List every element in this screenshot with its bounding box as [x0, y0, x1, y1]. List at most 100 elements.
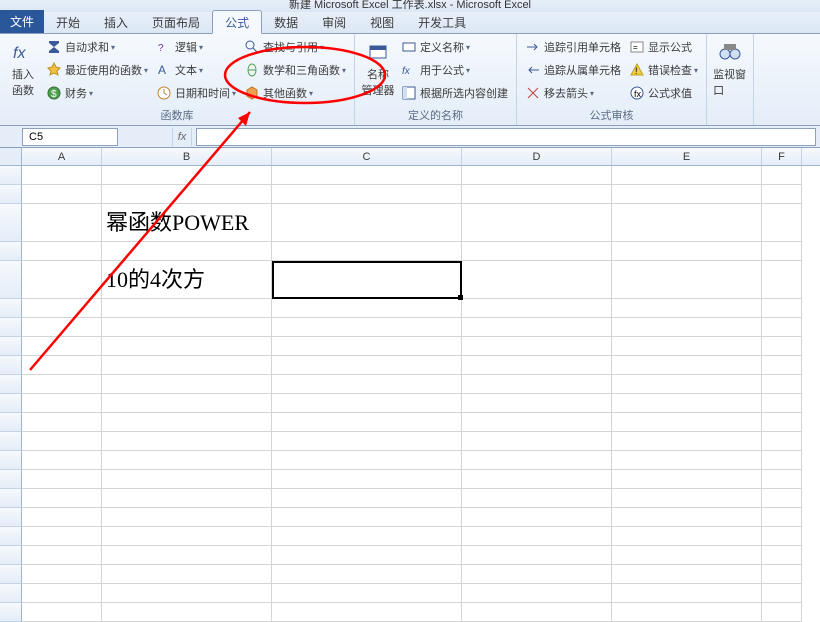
cell-C7[interactable] [272, 318, 462, 337]
cell-C12[interactable] [272, 413, 462, 432]
cell-B14[interactable] [102, 451, 272, 470]
cell-F3[interactable] [762, 204, 802, 242]
define-name-button[interactable]: 定义名称▾ [399, 36, 510, 58]
tab-file[interactable]: 文件 [0, 10, 44, 33]
cell-D7[interactable] [462, 318, 612, 337]
col-header-A[interactable]: A [22, 148, 102, 165]
tab-page-layout[interactable]: 页面布局 [140, 11, 212, 33]
cell-B20[interactable] [102, 565, 272, 584]
cell-C22[interactable] [272, 603, 462, 622]
cell-A19[interactable] [22, 546, 102, 565]
cell-F7[interactable] [762, 318, 802, 337]
cell-A9[interactable] [22, 356, 102, 375]
row-header[interactable] [0, 166, 22, 185]
other-functions-button[interactable]: 其他函数▾ [242, 82, 348, 104]
cell-B13[interactable] [102, 432, 272, 451]
cell-E11[interactable] [612, 394, 762, 413]
cell-D15[interactable] [462, 470, 612, 489]
select-all-corner[interactable] [0, 148, 22, 165]
trace-dependents-button[interactable]: 追踪从属单元格 [523, 59, 623, 81]
cell-F13[interactable] [762, 432, 802, 451]
cell-D1[interactable] [462, 166, 612, 185]
row-header[interactable] [0, 508, 22, 527]
cell-E14[interactable] [612, 451, 762, 470]
error-check-button[interactable]: !错误检查▾ [627, 59, 700, 81]
cell-D20[interactable] [462, 565, 612, 584]
cell-C13[interactable] [272, 432, 462, 451]
cell-E5[interactable] [612, 261, 762, 299]
cell-C21[interactable] [272, 584, 462, 603]
cell-D11[interactable] [462, 394, 612, 413]
cell-E15[interactable] [612, 470, 762, 489]
row-header[interactable] [0, 470, 22, 489]
cell-C2[interactable] [272, 185, 462, 204]
autosum-button[interactable]: 自动求和▾ [44, 36, 150, 58]
cell-B9[interactable] [102, 356, 272, 375]
cell-A2[interactable] [22, 185, 102, 204]
tab-view[interactable]: 视图 [358, 11, 406, 33]
cell-E21[interactable] [612, 584, 762, 603]
cell-E9[interactable] [612, 356, 762, 375]
cell-B11[interactable] [102, 394, 272, 413]
row-header[interactable] [0, 394, 22, 413]
cell-D6[interactable] [462, 299, 612, 318]
cell-A14[interactable] [22, 451, 102, 470]
cell-E18[interactable] [612, 527, 762, 546]
row-header[interactable] [0, 299, 22, 318]
cell-E6[interactable] [612, 299, 762, 318]
name-manager-button[interactable]: 名称 管理器 [361, 36, 395, 104]
cell-B12[interactable] [102, 413, 272, 432]
cell-A6[interactable] [22, 299, 102, 318]
cell-B5[interactable]: 10的4次方 [102, 261, 272, 299]
cell-C10[interactable] [272, 375, 462, 394]
cell-A3[interactable] [22, 204, 102, 242]
cell-B21[interactable] [102, 584, 272, 603]
cell-A8[interactable] [22, 337, 102, 356]
cell-B17[interactable] [102, 508, 272, 527]
cell-C5[interactable] [272, 261, 462, 299]
fx-button[interactable]: fx [172, 128, 192, 146]
cell-D13[interactable] [462, 432, 612, 451]
cell-E22[interactable] [612, 603, 762, 622]
col-header-C[interactable]: C [272, 148, 462, 165]
cell-A16[interactable] [22, 489, 102, 508]
cell-C14[interactable] [272, 451, 462, 470]
cell-F22[interactable] [762, 603, 802, 622]
tab-home[interactable]: 开始 [44, 11, 92, 33]
cell-A5[interactable] [22, 261, 102, 299]
cell-D5[interactable] [462, 261, 612, 299]
cell-F19[interactable] [762, 546, 802, 565]
cell-F14[interactable] [762, 451, 802, 470]
math-trig-button[interactable]: 数学和三角函数▾ [242, 59, 348, 81]
cell-C9[interactable] [272, 356, 462, 375]
cell-F1[interactable] [762, 166, 802, 185]
row-header[interactable] [0, 584, 22, 603]
cell-A4[interactable] [22, 242, 102, 261]
cell-C6[interactable] [272, 299, 462, 318]
cell-F17[interactable] [762, 508, 802, 527]
cell-F15[interactable] [762, 470, 802, 489]
use-in-formula-button[interactable]: fx用于公式▾ [399, 59, 510, 81]
cell-F10[interactable] [762, 375, 802, 394]
cell-C3[interactable] [272, 204, 462, 242]
cell-E12[interactable] [612, 413, 762, 432]
tab-review[interactable]: 审阅 [310, 11, 358, 33]
row-header[interactable] [0, 546, 22, 565]
cell-C17[interactable] [272, 508, 462, 527]
cell-F9[interactable] [762, 356, 802, 375]
tab-insert[interactable]: 插入 [92, 11, 140, 33]
cell-A21[interactable] [22, 584, 102, 603]
show-formulas-button[interactable]: =显示公式 [627, 36, 700, 58]
cell-B1[interactable] [102, 166, 272, 185]
row-header[interactable] [0, 375, 22, 394]
insert-function-button[interactable]: fx 插入 函数 [6, 36, 40, 104]
row-header[interactable] [0, 489, 22, 508]
row-header[interactable] [0, 261, 22, 299]
cell-F8[interactable] [762, 337, 802, 356]
cell-C15[interactable] [272, 470, 462, 489]
cell-B22[interactable] [102, 603, 272, 622]
cell-D12[interactable] [462, 413, 612, 432]
evaluate-formula-button[interactable]: fx公式求值 [627, 82, 700, 104]
formula-bar[interactable] [196, 128, 816, 146]
cell-E19[interactable] [612, 546, 762, 565]
